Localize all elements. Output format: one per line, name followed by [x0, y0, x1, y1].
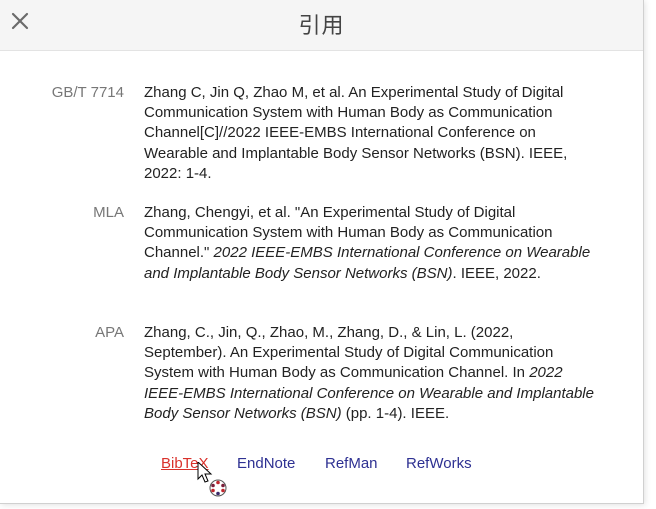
citation-text[interactable]: Zhang, C., Jin, Q., Zhao, M., Zhang, D.,… — [144, 323, 599, 424]
citation-style-label: MLA — [93, 204, 124, 221]
cite-dialog: 引用 GB/T 7714 Zhang C, Jin Q, Zhao M, et … — [0, 0, 644, 504]
export-refworks-link[interactable]: RefWorks — [406, 455, 472, 472]
citation-style-label: APA — [95, 324, 124, 341]
citation-text[interactable]: Zhang C, Jin Q, Zhao M, et al. An Experi… — [144, 83, 599, 184]
citation-text-tail: . IEEE, 2022. — [452, 264, 541, 282]
citation-style-label: GB/T 7714 — [51, 84, 124, 101]
export-refman-link[interactable]: RefMan — [325, 455, 378, 472]
export-links: BibTeX EndNote RefMan RefWorks — [0, 455, 643, 475]
citation-text-tail: (pp. 1-4). IEEE. — [341, 404, 450, 422]
export-bibtex-link[interactable]: BibTeX — [161, 455, 209, 472]
citation-text[interactable]: Zhang, Chengyi, et al. "An Experimental … — [144, 203, 599, 284]
citation-text-main: Zhang, C., Jin, Q., Zhao, M., Zhang, D.,… — [144, 324, 554, 382]
dialog-header: 引用 — [0, 0, 643, 51]
dialog-title: 引用 — [298, 14, 345, 39]
export-endnote-link[interactable]: EndNote — [237, 455, 295, 472]
